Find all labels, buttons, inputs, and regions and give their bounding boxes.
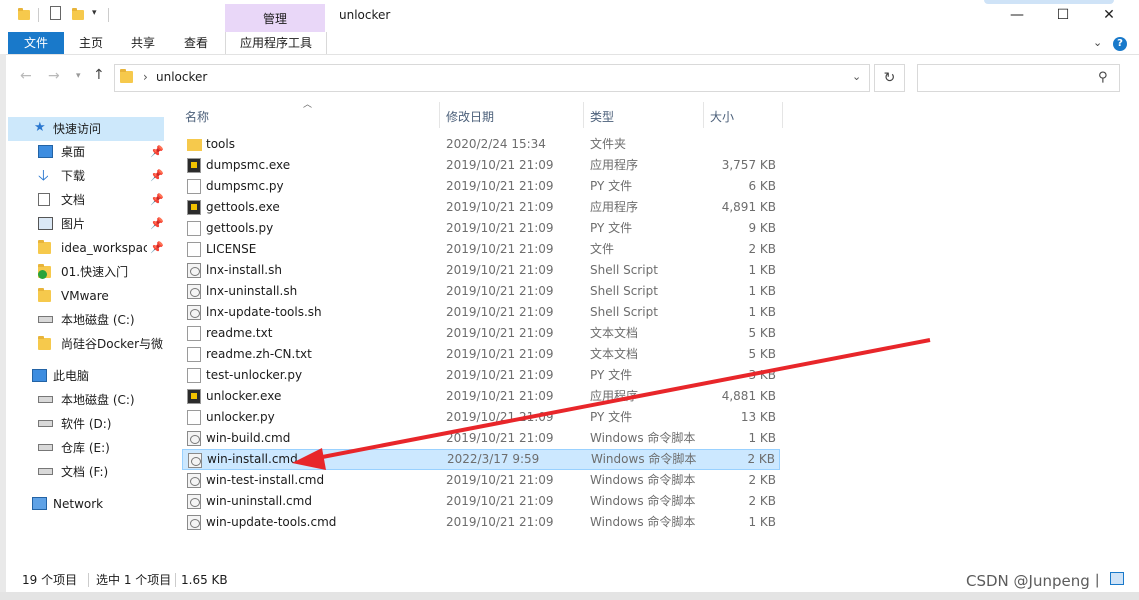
arrow-head xyxy=(292,448,326,470)
annotation-arrow xyxy=(292,338,931,470)
arrow-shaft xyxy=(311,338,931,461)
